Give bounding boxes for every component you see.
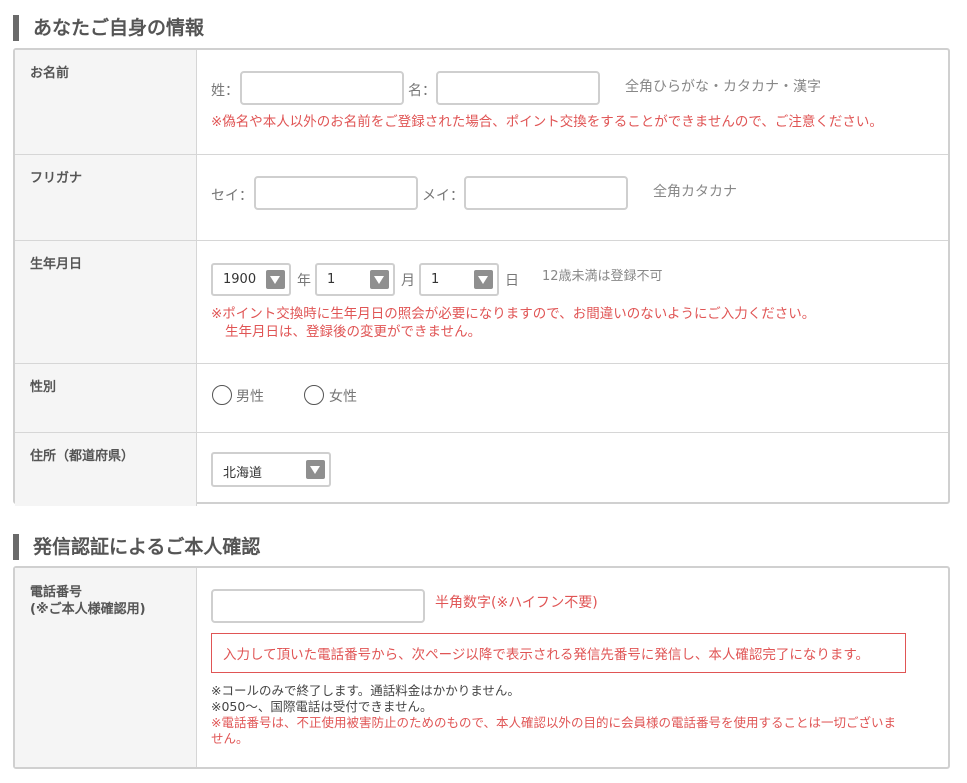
phone-verification-form: 電話番号 (※ご本人様確認用) 半角数字(※ハイフン不要) 入力して頂いた電話番… — [13, 566, 950, 769]
furigana-label: フリガナ — [15, 155, 197, 240]
row-phone: 電話番号 (※ご本人様確認用) 半角数字(※ハイフン不要) 入力して頂いた電話番… — [15, 568, 948, 767]
radio-female[interactable] — [304, 385, 324, 405]
birth-day-select[interactable]: 1 — [419, 263, 499, 296]
chevron-down-icon — [266, 270, 285, 289]
prefecture-value: 北海道 — [223, 466, 263, 481]
phone-notice-box: 入力して頂いた電話番号から、次ページ以降で表示される発信先番号に発信し、本人確認… — [211, 633, 906, 673]
birth-year-select[interactable]: 1900 — [211, 263, 291, 296]
chevron-down-icon — [474, 270, 493, 289]
row-furigana: フリガナ セイ： メイ： 全角カタカナ — [15, 155, 948, 241]
section-title-personal-info: あなたご自身の情報 — [13, 15, 204, 41]
birthdate-warning-line1: ※ポイント交換時に生年月日の照会が必要になりますので、お間違いのないようにご入力… — [211, 306, 816, 322]
row-birthdate: 生年月日 1900 年 1 月 1 日 12歳未満は登録不可 ※ポイント交換時に… — [15, 241, 948, 364]
section-title-phone-verification: 発信認証によるご本人確認 — [13, 534, 260, 560]
gender-label: 性別 — [15, 364, 197, 432]
phone-note-1: ※コールのみで終了します。通話料金はかかりません。 — [211, 683, 520, 698]
phone-label-line2: (※ご本人様確認用) — [30, 602, 146, 617]
prefecture-select[interactable]: 北海道 — [211, 452, 331, 487]
female-label[interactable]: 女性 — [329, 386, 357, 406]
last-name-input[interactable] — [240, 71, 404, 105]
row-prefecture: 住所（都道府県） 北海道 — [15, 433, 948, 506]
phone-note-2: ※050～、国際電話は受付できません。 — [211, 699, 433, 714]
birth-month-value: 1 — [327, 272, 336, 287]
phone-hint: 半角数字(※ハイフン不要) — [435, 595, 598, 611]
row-name: お名前 姓： 名： 全角ひらがな・カタカナ・漢字 ※偽名や本人以外のお名前をご登… — [15, 50, 948, 155]
name-hint: 全角ひらがな・カタカナ・漢字 — [625, 79, 821, 95]
phone-note-3-line1: ※電話番号は、不正使用被害防止のためのもので、本人確認以外の目的に会員様の電話番… — [211, 715, 896, 730]
prefecture-label: 住所（都道府県） — [15, 433, 197, 506]
birthdate-hint: 12歳未満は登録不可 — [542, 269, 663, 284]
furigana-hint: 全角カタカナ — [653, 184, 737, 200]
phone-input[interactable] — [211, 589, 425, 623]
day-unit: 日 — [505, 273, 519, 289]
month-unit: 月 — [401, 273, 415, 289]
furigana-first-input[interactable] — [464, 176, 628, 210]
name-warning: ※偽名や本人以外のお名前をご登録された場合、ポイント交換をすることができませんの… — [211, 114, 883, 130]
male-label[interactable]: 男性 — [236, 386, 264, 406]
radio-male[interactable] — [212, 385, 232, 405]
furigana-first-label: メイ： — [422, 188, 464, 204]
phone-note-3-line2: せん。 — [211, 731, 249, 746]
row-gender: 性別 男性 女性 — [15, 364, 948, 433]
chevron-down-icon — [306, 460, 325, 479]
last-name-label: 姓： — [211, 83, 239, 99]
year-unit: 年 — [297, 273, 311, 289]
first-name-input[interactable] — [436, 71, 600, 105]
phone-label: 電話番号 (※ご本人様確認用) — [15, 568, 197, 767]
birth-month-select[interactable]: 1 — [315, 263, 395, 296]
first-name-label: 名： — [408, 83, 436, 99]
name-label: お名前 — [15, 50, 197, 154]
phone-label-line1: 電話番号 — [30, 585, 83, 600]
chevron-down-icon — [370, 270, 389, 289]
birth-year-value: 1900 — [223, 272, 257, 287]
birth-day-value: 1 — [431, 272, 440, 287]
furigana-last-label: セイ： — [211, 188, 253, 204]
furigana-last-input[interactable] — [254, 176, 418, 210]
birthdate-warning-line2: 生年月日は、登録後の変更ができません。 — [225, 324, 482, 340]
birthdate-label: 生年月日 — [15, 241, 197, 363]
personal-info-form: お名前 姓： 名： 全角ひらがな・カタカナ・漢字 ※偽名や本人以外のお名前をご登… — [13, 48, 950, 506]
